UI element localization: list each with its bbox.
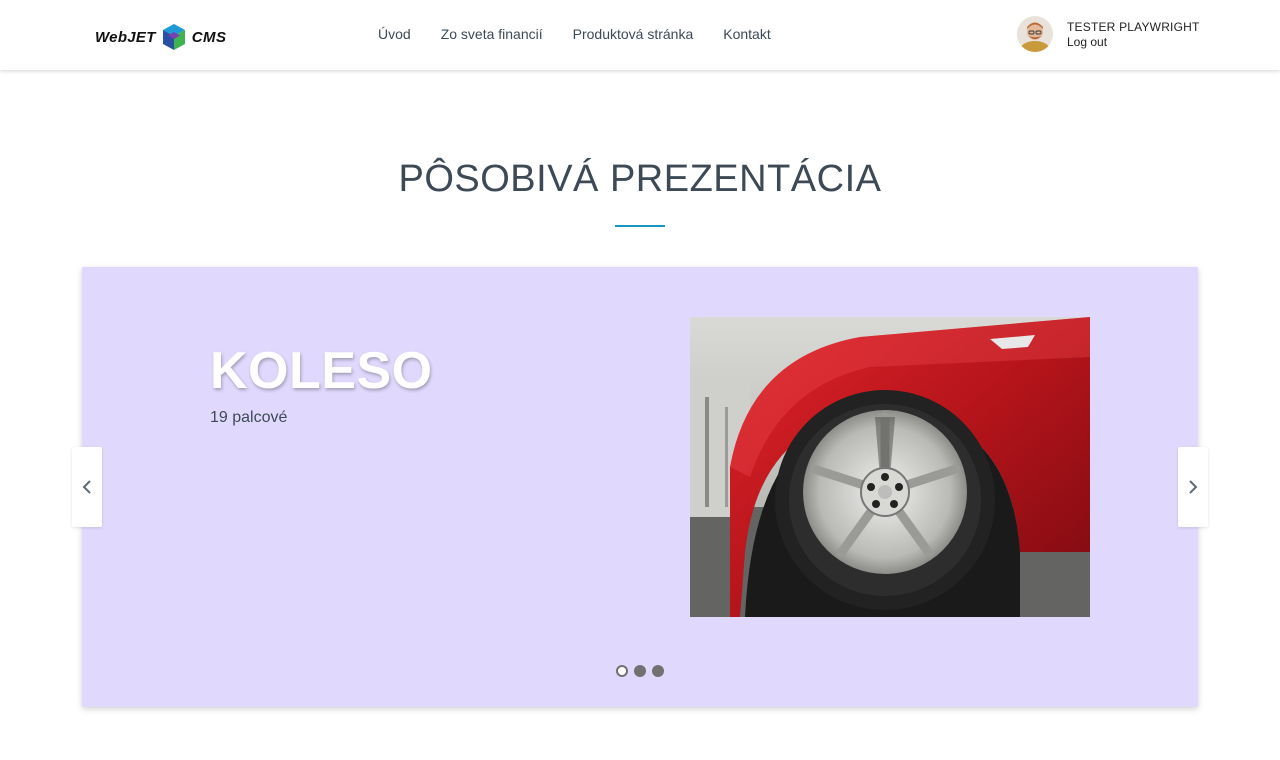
nav-item-produktova-stranka[interactable]: Produktová stránka [573,26,694,42]
slide-image-car-wheel [690,317,1090,617]
main-nav: Úvod Zo sveta financií Produktová stránk… [378,26,801,42]
webjet-cms-logo[interactable]: WebJET CMS [95,22,227,52]
logo-cube-icon [162,24,185,50]
user-menu: TESTER PLAYWRIGHT Log out [1017,16,1200,52]
logo-text-cms: CMS [191,28,227,46]
logo-text-webjet: WebJET [95,28,156,46]
carousel-dot-2[interactable] [634,665,646,677]
site-header: WebJET CMS Úvod Zo sveta financií Produk… [0,0,1280,70]
carousel: KOLESO 19 palcové [82,267,1198,707]
carousel-dot-1[interactable] [616,665,628,677]
carousel-next-button[interactable] [1178,447,1208,527]
carousel-dot-3[interactable] [652,665,664,677]
chevron-right-icon [1189,480,1198,494]
title-divider [615,225,665,227]
slide-subheading: 19 palcové [210,409,288,426]
user-name: TESTER PLAYWRIGHT [1067,19,1200,34]
slide-heading: KOLESO [210,342,433,400]
nav-item-zo-sveta-financii[interactable]: Zo sveta financií [441,26,543,42]
logout-link[interactable]: Log out [1067,35,1200,49]
avatar[interactable] [1017,16,1053,52]
page-title: PÔSOBIVÁ PREZENTÁCIA [398,158,882,200]
chevron-left-icon [82,480,91,494]
nav-item-kontakt[interactable]: Kontakt [723,26,770,42]
nav-item-uvod[interactable]: Úvod [378,26,411,42]
user-info: TESTER PLAYWRIGHT Log out [1067,20,1200,49]
carousel-prev-button[interactable] [72,447,102,527]
carousel-pagination [616,665,664,677]
